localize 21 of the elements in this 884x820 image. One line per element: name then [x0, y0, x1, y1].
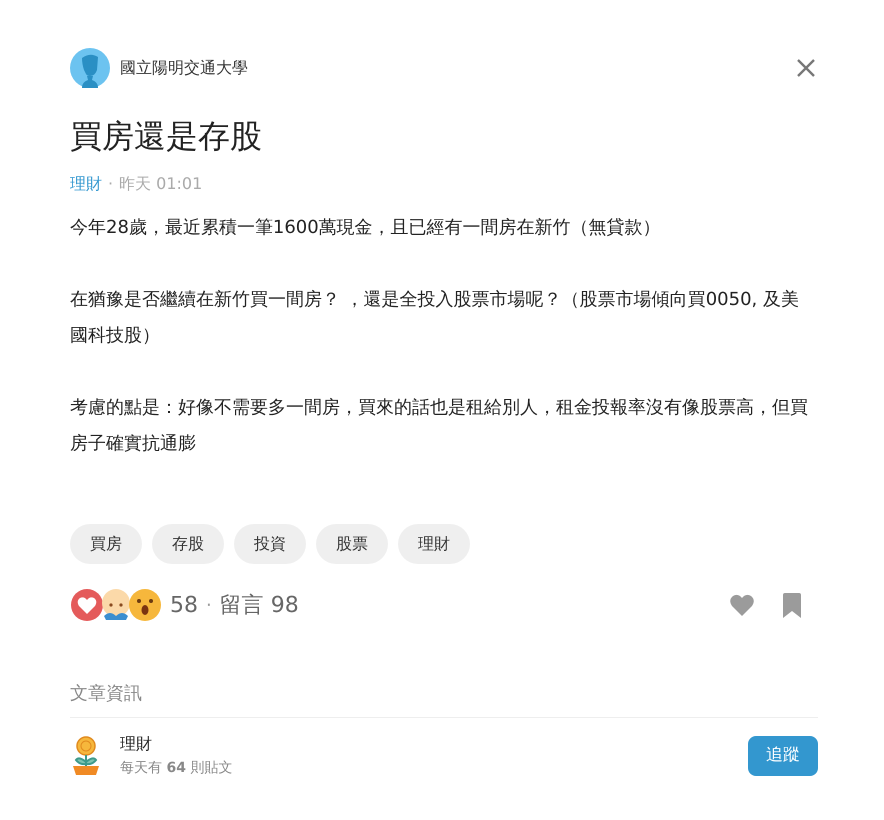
tag-chip[interactable]: 買房 — [70, 524, 142, 564]
tag-chip[interactable]: 股票 — [316, 524, 388, 564]
tag-chip[interactable]: 存股 — [152, 524, 224, 564]
bookmark-button[interactable] — [780, 591, 804, 619]
post-title: 買房還是存股 — [70, 116, 263, 157]
body-paragraph: 在猶豫是否繼續在新竹買一間房？ ，還是全投入股票市場呢？（股票市場傾向買0050, 及美國科技股） — [70, 288, 800, 348]
coin-plant-icon — [70, 736, 102, 776]
reaction-separator: · — [206, 594, 212, 618]
body-paragraph: 今年28歲，最近累積一筆1600萬現金，且已經有一間房在新竹（無貸款） — [70, 216, 662, 240]
post-time: 昨天 01:01 — [119, 173, 202, 195]
board-name[interactable]: 理財 — [120, 732, 232, 756]
body-paragraph: 考慮的點是：好像不需要多一間房，買來的話也是租給別人，租金投報率沒有像股票高，但買房子確實抗通膨 — [70, 396, 809, 456]
board-stats: 每天有 64 則貼文 — [120, 759, 232, 778]
meta-separator: · — [108, 173, 114, 195]
comment-count: 留言 98 — [220, 592, 299, 620]
section-heading: 文章資訊 — [70, 683, 142, 704]
tag-chip[interactable]: 理財 — [398, 524, 470, 564]
reaction-count: 58 — [170, 592, 198, 620]
avatar-icon — [70, 48, 110, 88]
author-name[interactable]: 國立陽明交通大學 — [120, 56, 248, 80]
tag-chip[interactable]: 投資 — [234, 524, 306, 564]
